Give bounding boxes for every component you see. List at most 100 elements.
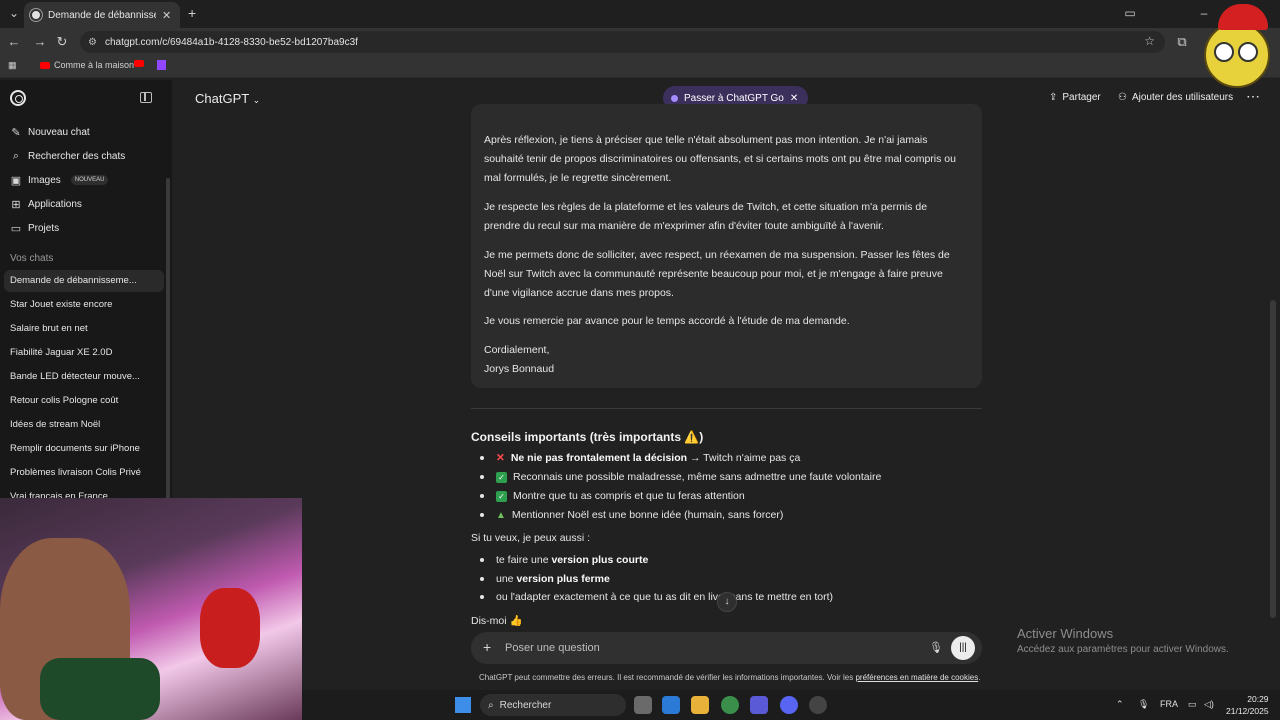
mascot-overlay	[1198, 4, 1276, 94]
new-tab-icon[interactable]: +	[188, 5, 196, 21]
letter-paragraph: Je me permets donc de solliciter, avec r…	[484, 249, 950, 299]
chat-item[interactable]: Salaire brut en net	[4, 318, 164, 340]
sidebar-toggle-icon[interactable]	[140, 92, 152, 103]
back-icon[interactable]: ←	[6, 34, 22, 49]
sidebar-item-label: Images	[28, 174, 61, 186]
composer: + Poser une question 🎙 |||	[471, 632, 982, 664]
bullet	[480, 456, 484, 460]
discord-icon[interactable]	[780, 696, 798, 714]
clock-time: 20:29	[1247, 694, 1269, 704]
app-icon[interactable]	[809, 696, 827, 714]
mascot-eye	[1214, 42, 1234, 62]
file-explorer-icon[interactable]	[691, 696, 709, 714]
image-icon: ▣	[10, 174, 22, 187]
chat-item[interactable]: Fiabilité Jaguar XE 2.0D	[4, 342, 164, 364]
store-icon[interactable]	[662, 696, 680, 714]
chevron-down-icon: ⌄	[252, 95, 261, 105]
clock-date: 21/12/2025	[1226, 706, 1269, 716]
chat-item[interactable]: Demande de débannisseme...	[4, 270, 164, 292]
bookmark-label: Comme à la maison	[54, 60, 135, 70]
share-button[interactable]: ⇪ Partager	[1049, 92, 1101, 103]
activate-title: Activer Windows	[1017, 626, 1114, 641]
tab-close-icon[interactable]: ✕	[162, 9, 171, 22]
taskbar-search[interactable]: ⌕ Rechercher	[480, 694, 626, 716]
check-icon: ✓	[496, 471, 507, 483]
bullet	[480, 595, 484, 599]
mascot-eye	[1238, 42, 1258, 62]
sidebar-item-applications[interactable]: ⊞ Applications	[10, 194, 82, 214]
list-item: te faire une version plus courte	[480, 554, 648, 566]
tray-chevron-icon[interactable]: ⌃	[1116, 699, 1124, 710]
url-text: chatgpt.com/c/69484a1b-4128-8330-be52-bd…	[104, 36, 358, 48]
chat-item[interactable]: Problèmes livraison Colis Privé	[4, 462, 164, 484]
user-plus-icon: ⚇	[1118, 92, 1127, 103]
option-text: une	[496, 573, 517, 585]
advice-text: Montre que tu as compris et que tu feras…	[513, 490, 745, 502]
sidebar-item-new-chat[interactable]: ✎ Nouveau chat	[10, 122, 89, 142]
tab-title: Demande de débannissement Tw	[48, 9, 156, 21]
bookmarks-bar: ▦ Comme à la maison	[0, 56, 1280, 78]
option-bold: version plus courte	[551, 554, 649, 566]
chat-item[interactable]: Bande LED détecteur mouve...	[4, 366, 164, 388]
tab-chatgpt[interactable]: Demande de débannissement Tw ✕	[24, 2, 180, 28]
sidebar-item-label: Applications	[28, 198, 82, 210]
windows-start-icon[interactable]	[455, 697, 471, 713]
chats-section-label: Vos chats	[10, 253, 54, 264]
browser-tab-bar: ⌄ Demande de débannissement Tw ✕ + ▭ –	[0, 0, 1280, 28]
christmas-tree-icon: ▲	[496, 509, 506, 521]
teams-icon[interactable]	[750, 696, 768, 714]
advice-heading: Conseils importants (très importants ⚠️)	[471, 430, 704, 444]
windows-taskbar: ⌕ Rechercher ⌃ 🎙 FRA ▭ ◁) 20:29 21/12/20…	[302, 690, 1280, 720]
cast-icon[interactable]: ▭	[1120, 4, 1140, 22]
openai-logo-icon[interactable]	[10, 90, 26, 106]
sidebar-item-search[interactable]: ⌕ Rechercher des chats	[10, 146, 125, 166]
letter-signature: Jorys Bonnaud	[484, 363, 555, 375]
bullet	[480, 513, 484, 517]
advice-text: → Twitch n'aime pas ça	[687, 452, 801, 464]
tab-search-icon[interactable]: ⌄	[4, 4, 24, 22]
site-info-icon[interactable]: ⚙	[88, 37, 97, 48]
task-view-icon[interactable]	[634, 696, 652, 714]
twitch-icon	[157, 60, 166, 70]
check-icon: ✓	[496, 490, 507, 502]
microphone-icon[interactable]: 🎙	[929, 641, 943, 654]
url-field[interactable]: ⚙ chatgpt.com/c/69484a1b-4128-8330-be52-…	[80, 31, 1165, 53]
clock[interactable]: 20:29 21/12/2025	[1226, 693, 1269, 717]
voice-mode-icon[interactable]: |||	[951, 636, 975, 660]
bookmark-comme-a-la-maison[interactable]: Comme à la maison	[40, 60, 134, 70]
bookmark-star-icon[interactable]: ☆	[1144, 34, 1155, 48]
sidebar: ✎ Nouveau chat ⌕ Rechercher des chats ▣ …	[0, 80, 172, 558]
model-selector[interactable]: ChatGPT ⌄	[195, 91, 260, 106]
cookie-preferences-link[interactable]: préférences en matière de cookies	[855, 673, 978, 682]
chat-item[interactable]: Idées de stream Noël	[4, 414, 164, 436]
advice-text: Reconnais une possible maladresse, même …	[513, 471, 882, 483]
model-name: ChatGPT	[195, 91, 249, 106]
scroll-down-button[interactable]: ↓	[717, 592, 737, 612]
letter-paragraph: Je vous remercie par avance pour le temp…	[484, 315, 850, 327]
sidebar-item-images[interactable]: ▣ Images NOUVEAU	[10, 170, 109, 190]
sidebar-item-projects[interactable]: ▭ Projets	[10, 218, 59, 238]
chrome-icon[interactable]	[721, 696, 739, 714]
close-icon[interactable]: ✕	[790, 93, 798, 104]
chat-item[interactable]: Star Jouet existe encore	[4, 294, 164, 316]
chat-item[interactable]: Remplir documents sur iPhone	[4, 438, 164, 460]
attach-plus-icon[interactable]: +	[483, 639, 491, 655]
microphone-icon[interactable]: 🎙	[1138, 699, 1149, 710]
language-indicator[interactable]: FRA	[1160, 699, 1178, 709]
bullet	[480, 577, 484, 581]
main-scrollbar[interactable]	[1270, 300, 1276, 618]
disclaimer-end: .	[978, 673, 981, 682]
network-icon[interactable]: ▭	[1188, 699, 1197, 710]
forward-icon[interactable]: →	[32, 34, 48, 49]
letter-closing: Cordialement,	[484, 344, 550, 356]
extensions-icon[interactable]: ⧉	[1174, 34, 1190, 50]
prompt-input[interactable]: Poser une question	[505, 642, 600, 654]
apps-grid-icon[interactable]: ▦	[8, 60, 17, 71]
volume-icon[interactable]: ◁)	[1204, 699, 1214, 710]
bookmark-twitch[interactable]	[157, 60, 166, 70]
reload-icon[interactable]: ↻	[54, 34, 70, 50]
option-text: te faire une	[496, 554, 552, 566]
options-intro: Si tu veux, je peux aussi :	[471, 532, 591, 544]
chat-item[interactable]: Retour colis Pologne coût	[4, 390, 164, 412]
bookmark-youtube[interactable]	[134, 60, 144, 67]
